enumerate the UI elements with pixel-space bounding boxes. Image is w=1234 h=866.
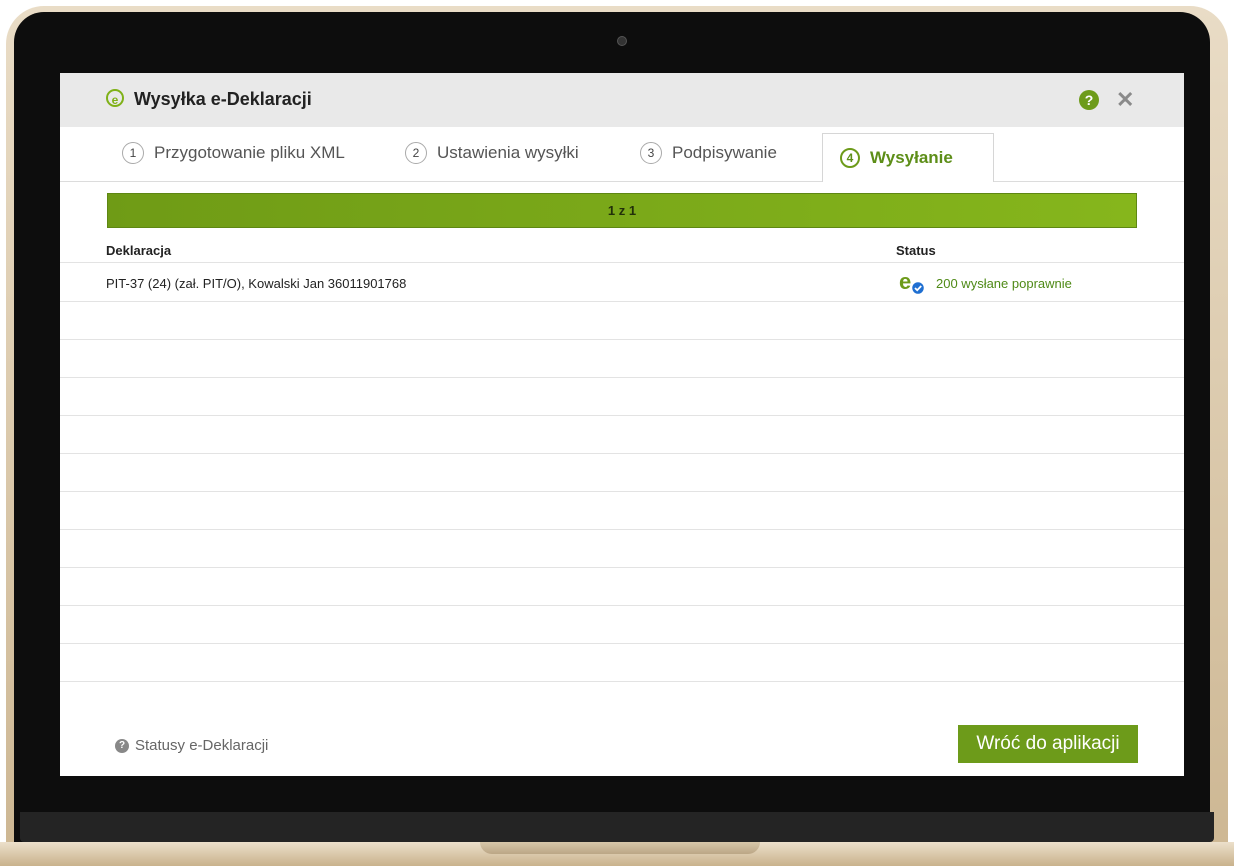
tab-label: Przygotowanie pliku XML — [154, 143, 345, 162]
progress-bar: 1 z 1 — [107, 193, 1137, 228]
statuses-link-label: Statusy e-Deklaracji — [135, 737, 269, 754]
status-text: 200 wysłane poprawnie — [936, 276, 1072, 291]
close-icon[interactable]: ✕ — [1116, 87, 1134, 113]
row-divider — [60, 339, 1184, 340]
tab-label: Ustawienia wysyłki — [437, 143, 579, 162]
row-divider — [60, 643, 1184, 644]
statuses-help-link[interactable]: ? Statusy e-Deklaracji — [115, 737, 268, 754]
dialog-header: e Wysyłka e-Deklaracji ? ✕ — [60, 73, 1184, 127]
tab-number: 2 — [405, 142, 427, 164]
dialog-window: e Wysyłka e-Deklaracji ? ✕ 1 Przygotowan… — [60, 73, 1184, 776]
tab-label: Wysyłanie — [870, 148, 953, 167]
svg-text:e: e — [899, 270, 911, 294]
tab-sending[interactable]: 4 Wysyłanie — [822, 133, 994, 182]
tab-number: 3 — [640, 142, 662, 164]
column-header-status: Status — [896, 243, 936, 258]
progress-label: 1 z 1 — [607, 203, 637, 218]
row-divider — [60, 491, 1184, 492]
row-divider — [60, 453, 1184, 454]
tab-number: 1 — [122, 142, 144, 164]
e-logo-icon: e — [106, 89, 124, 107]
e-sent-check-icon: e — [899, 270, 926, 296]
tab-number: 4 — [840, 148, 860, 168]
tab-signing[interactable]: 3 Podpisywanie — [640, 142, 777, 164]
column-header-declaration: Deklaracja — [106, 243, 172, 258]
declaration-name: PIT-37 (24) (zał. PIT/O), Kowalski Jan 3… — [106, 276, 407, 291]
row-divider — [60, 529, 1184, 530]
tab-xml[interactable]: 1 Przygotowanie pliku XML — [122, 142, 345, 164]
camera — [617, 36, 627, 46]
row-divider — [60, 262, 1184, 263]
row-divider — [60, 377, 1184, 378]
row-divider — [60, 605, 1184, 606]
bezel-bottom — [20, 812, 1214, 842]
question-icon: ? — [115, 738, 129, 753]
row-divider — [60, 567, 1184, 568]
tab-settings[interactable]: 2 Ustawienia wysyłki — [405, 142, 579, 164]
laptop-notch — [480, 842, 760, 854]
help-icon[interactable]: ? — [1079, 90, 1099, 110]
row-divider — [60, 301, 1184, 302]
row-divider — [60, 681, 1184, 682]
dialog-title: Wysyłka e-Deklaracji — [134, 89, 312, 109]
wizard-tabs: 1 Przygotowanie pliku XML 2 Ustawienia w… — [60, 127, 1184, 182]
back-to-app-button[interactable]: Wróć do aplikacji — [958, 725, 1138, 763]
tab-label: Podpisywanie — [672, 143, 777, 162]
row-divider — [60, 415, 1184, 416]
